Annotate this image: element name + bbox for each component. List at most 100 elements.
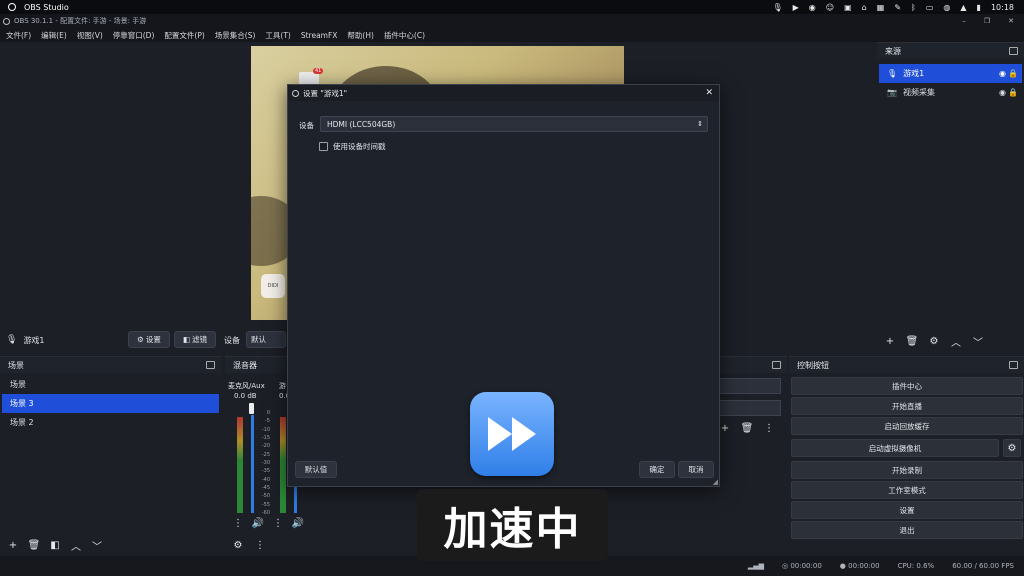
source-filters-button[interactable]: ◧ 滤镜	[174, 331, 216, 348]
db-scale-label: -20	[261, 443, 270, 450]
selected-source-name: 游戏1	[23, 335, 45, 345]
close-icon[interactable]: ✕	[1008, 17, 1014, 25]
kebab-menu-icon[interactable]: ⋮	[229, 515, 247, 531]
chevron-down-icon[interactable]: ﹀	[88, 537, 106, 553]
lock-icon[interactable]: 🔒	[1008, 88, 1018, 97]
menu-streamfx[interactable]: StreamFX	[301, 31, 338, 40]
volume-slider[interactable]	[251, 415, 254, 513]
lock-icon[interactable]: 🔒	[1008, 69, 1018, 78]
gear-icon[interactable]: ⚙	[925, 333, 943, 349]
kebab-menu-icon[interactable]: ⋮	[760, 420, 778, 436]
menu-scene-collection[interactable]: 场景集合(S)	[215, 30, 256, 41]
kebab-menu-icon[interactable]: ⋮	[269, 515, 287, 531]
eye-icon[interactable]: ◉	[999, 69, 1006, 78]
chevron-up-icon[interactable]: ︿	[67, 537, 85, 553]
gear-icon: ⚙	[137, 335, 144, 344]
device-select[interactable]: 默认	[246, 331, 286, 348]
dialog-device-label: 设备	[299, 121, 314, 130]
home-icon[interactable]: ⌂	[862, 3, 867, 12]
controls-title: 控制按钮	[797, 360, 829, 370]
studio-mode-button[interactable]: 工作室模式	[791, 481, 1023, 499]
plugin-center-button[interactable]: 插件中心	[791, 377, 1023, 395]
scene-item[interactable]: 场景 2	[2, 413, 219, 432]
eye-icon[interactable]: ◉	[999, 88, 1006, 97]
user-icon[interactable]: ☺	[826, 3, 834, 12]
trash-icon[interactable]: 🗑	[903, 333, 921, 349]
filter-icon[interactable]: ◧	[46, 537, 64, 553]
device-label: 设备	[224, 336, 240, 345]
camera-icon: 📷	[887, 88, 897, 97]
volume-fader-handle[interactable]	[249, 403, 254, 414]
image-icon[interactable]: ▣	[844, 3, 852, 12]
chevron-up-icon[interactable]: ︿	[947, 333, 965, 349]
app-dock-label: DIDI	[267, 283, 279, 289]
defaults-button[interactable]: 默认值	[295, 461, 337, 478]
float-icon[interactable]	[1009, 47, 1018, 55]
chevron-down-icon[interactable]: ﹀	[969, 333, 987, 349]
calculator-icon[interactable]: ▦	[877, 3, 885, 12]
exit-button[interactable]: 退出	[791, 521, 1023, 539]
transition-select[interactable]	[719, 378, 781, 394]
scenes-toolbar: + 🗑 ◧ ︿ ﹀	[4, 537, 106, 553]
menu-view[interactable]: 视图(V)	[77, 30, 103, 41]
wifi-icon[interactable]: ▲	[960, 3, 966, 12]
stream-status: ◎ 00:00:00	[781, 562, 822, 570]
trash-icon[interactable]: 🗑	[25, 537, 43, 553]
battery-icon[interactable]: ▮	[977, 3, 981, 12]
start-streaming-button[interactable]: 开始直播	[791, 397, 1023, 415]
source-settings-button[interactable]: ⚙ 设置	[128, 331, 170, 348]
menu-plugin-center[interactable]: 插件中心(C)	[384, 30, 425, 41]
scene-item[interactable]: 场景 3	[2, 394, 219, 413]
source-item[interactable]: 🎙 游戏1 ◉ 🔒	[879, 64, 1022, 83]
cpu-usage: CPU: 0.6%	[897, 562, 935, 570]
float-icon[interactable]	[1009, 361, 1018, 369]
float-icon[interactable]	[772, 361, 781, 369]
menu-file[interactable]: 文件(F)	[6, 30, 31, 41]
gear-icon[interactable]: ⚙	[229, 537, 247, 553]
gear-icon[interactable]: ⚙	[1003, 439, 1021, 457]
menu-tools[interactable]: 工具(T)	[265, 30, 290, 41]
timestamp-checkbox-row[interactable]: 使用设备时间戳	[319, 141, 386, 152]
level-meter	[237, 417, 243, 513]
db-scale-label: -45	[261, 485, 270, 491]
db-scale-label: -55	[261, 501, 270, 508]
close-icon[interactable]: ✕	[705, 88, 713, 98]
duration-spinbox[interactable]	[719, 400, 781, 416]
window-title: OBS 30.1.1 - 配置文件: 手游 - 场景: 手游	[14, 17, 147, 25]
source-item[interactable]: 📷 视频采集 ◉ 🔒	[879, 83, 1022, 102]
menu-help[interactable]: 帮助(H)	[347, 30, 374, 41]
gamepad-icon[interactable]: ◍	[943, 3, 950, 12]
start-virtual-camera-button[interactable]: 启动虚拟摄像机	[791, 439, 999, 457]
kebab-menu-icon[interactable]: ⋮	[251, 537, 269, 553]
mic-icon: 🎙	[6, 335, 18, 345]
menu-edit[interactable]: 编辑(E)	[41, 30, 67, 41]
settings-button[interactable]: 设置	[791, 501, 1023, 519]
maximize-icon[interactable]: ❐	[984, 17, 990, 25]
mic-icon[interactable]: 🎙	[772, 3, 782, 12]
resize-grip-icon[interactable]: ◢	[713, 478, 718, 486]
dialog-device-select[interactable]: HDMI (LCC504GB) ⇕	[320, 116, 708, 132]
play-icon[interactable]: ▶	[793, 3, 799, 12]
trash-icon[interactable]: 🗑	[738, 420, 756, 436]
menu-profile[interactable]: 配置文件(P)	[164, 30, 204, 41]
menu-docks[interactable]: 停靠窗口(D)	[113, 30, 155, 41]
controls-header: 控制按钮	[789, 357, 1024, 373]
minimize-icon[interactable]: –	[962, 17, 966, 25]
db-scale-label: -25	[261, 451, 270, 458]
db-scale-label: -35	[261, 468, 270, 475]
edit-icon[interactable]: ✎	[894, 3, 901, 12]
monitor-icon[interactable]: ▭	[926, 3, 934, 12]
cancel-button[interactable]: 取消	[678, 461, 714, 478]
timestamp-checkbox[interactable]	[319, 142, 328, 151]
scene-item[interactable]: 场景	[2, 375, 219, 394]
speaker-icon[interactable]: 🔊	[249, 515, 267, 531]
float-icon[interactable]	[206, 361, 215, 369]
record-icon[interactable]: ◉	[809, 3, 816, 12]
add-source-icon[interactable]: +	[881, 333, 899, 349]
start-replay-buffer-button[interactable]: 启动回放缓存	[791, 417, 1023, 435]
bluetooth-icon[interactable]: ᛒ	[911, 3, 916, 12]
start-recording-button[interactable]: 开始录制	[791, 461, 1023, 479]
add-scene-icon[interactable]: +	[4, 537, 22, 553]
ok-button[interactable]: 确定	[639, 461, 675, 478]
speaker-icon[interactable]: 🔊	[289, 515, 307, 531]
